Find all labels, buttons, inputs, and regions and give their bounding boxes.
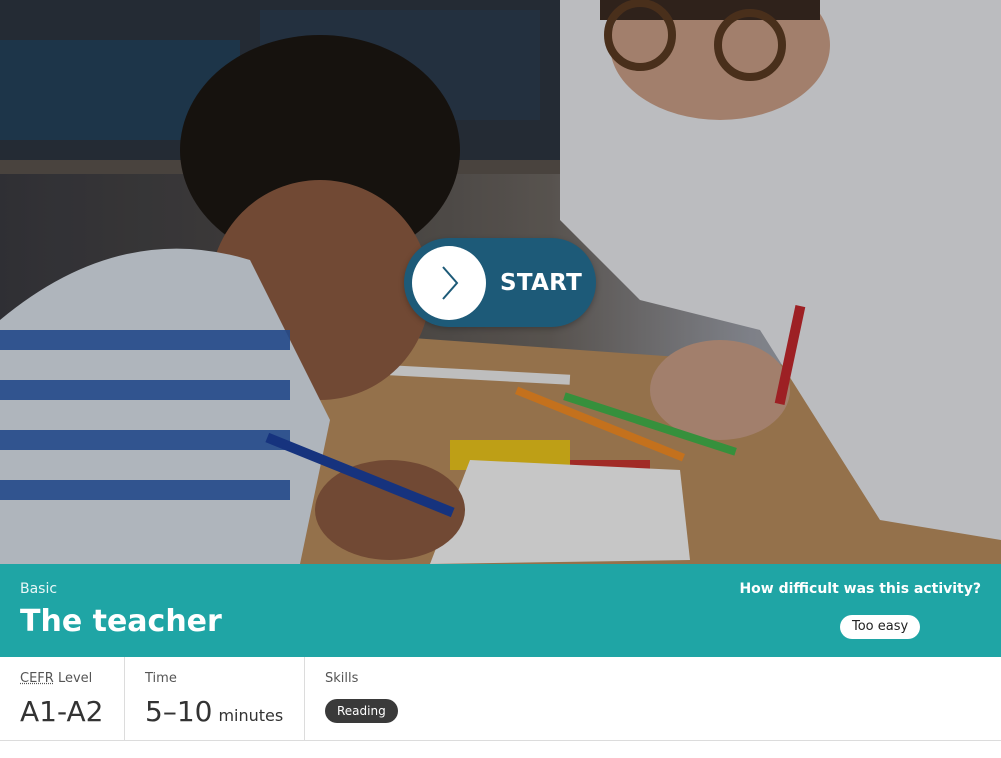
cefr-label-rest: Level bbox=[53, 671, 93, 686]
time-value-wrapper: 5–10 minutes bbox=[145, 695, 283, 728]
cefr-level-stat: CEFR Level A1-A2 bbox=[0, 657, 125, 740]
activity-header: Basic The teacher How difficult was this… bbox=[0, 564, 1001, 657]
activity-level: Basic bbox=[20, 581, 58, 597]
cefr-abbreviation[interactable]: CEFR bbox=[20, 671, 54, 686]
skills-label: Skills bbox=[325, 671, 359, 686]
too-easy-button[interactable]: Too easy bbox=[840, 615, 921, 639]
skill-badge-reading: Reading bbox=[325, 699, 398, 723]
cefr-level-value: A1-A2 bbox=[20, 695, 104, 728]
skills-stat: Skills Reading bbox=[305, 657, 1001, 740]
start-label: START bbox=[500, 269, 583, 296]
start-button[interactable]: START bbox=[404, 238, 596, 327]
time-unit: minutes bbox=[218, 706, 284, 725]
play-chevron-icon bbox=[412, 245, 486, 320]
hero-image: START bbox=[0, 0, 1001, 564]
cefr-level-label: CEFR Level bbox=[20, 671, 92, 686]
activity-stats: CEFR Level A1-A2 Time 5–10 minutes Skills… bbox=[0, 657, 1001, 741]
difficulty-question: How difficult was this activity? bbox=[739, 581, 981, 597]
time-label: Time bbox=[145, 671, 177, 686]
time-stat: Time 5–10 minutes bbox=[125, 657, 305, 740]
time-value: 5–10 bbox=[145, 695, 213, 728]
activity-title: The teacher bbox=[20, 604, 222, 639]
